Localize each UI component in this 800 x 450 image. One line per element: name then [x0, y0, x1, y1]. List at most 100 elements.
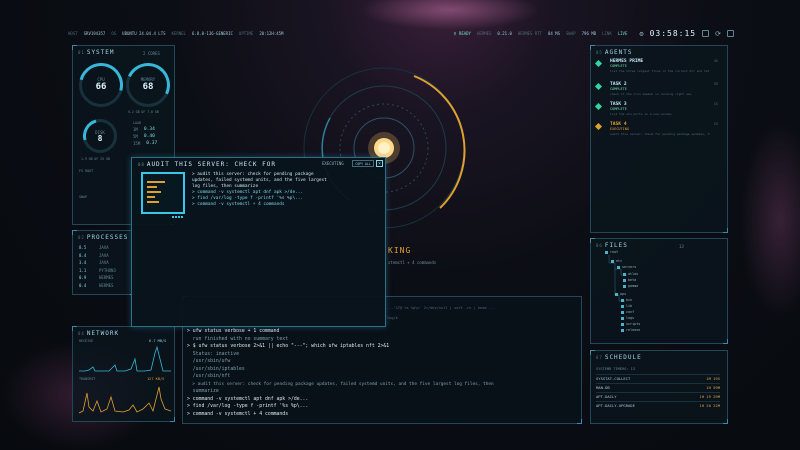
- file-node[interactable]: atlas: [623, 272, 638, 276]
- agent-output-window[interactable]: 08 AUDIT THIS SERVER: CHECK FOR EXECUTING…: [131, 157, 386, 327]
- host-value: SRV194357: [83, 31, 106, 36]
- files-panel: 06 FILES 13 root etc servers atlas beta g…: [590, 238, 728, 344]
- process-row[interactable]: 8.4 JAVA: [79, 252, 116, 260]
- file-node[interactable]: root: [605, 250, 618, 254]
- swap-label: SWAP: [79, 195, 88, 199]
- terminal-output: > ufw status verbose + 1 command run fin…: [187, 328, 494, 418]
- rtt-label: HERMES RTT: [517, 31, 542, 36]
- disk-detail: 1.9 GB OF 25 GB: [81, 157, 110, 161]
- host-label: HOST: [68, 31, 78, 36]
- cores-count: 2 CORES: [143, 51, 160, 56]
- schedule-title: 07 SCHEDULE: [596, 354, 642, 361]
- load-block: LOAD 1M 0.34 5M 0.40 15M 0.37: [133, 121, 171, 146]
- hud-subtitle: stemctl + 4 commands: [388, 260, 437, 265]
- hud-status-text: KING: [388, 246, 412, 255]
- file-node[interactable]: conf: [621, 310, 634, 314]
- file-node[interactable]: beta: [623, 278, 636, 282]
- terminal-line: > command -v systemctl apt dnf apk >/de.…: [187, 396, 309, 402]
- close-button[interactable]: ×: [376, 160, 383, 167]
- terminal-line: > command -v systemctl + 4 commands: [187, 411, 289, 417]
- receive-label: RECEIVE: [79, 339, 94, 343]
- processes-panel: 02 PROCESSES 8.5 JAVA 8.4 JAVA 3.4 JAVA 1.1 P…: [72, 230, 135, 295]
- rtt-value: 84 MS: [547, 31, 560, 36]
- ready-icon: ⚲: [453, 31, 457, 36]
- window-output: > audit this server: check for pending p…: [192, 172, 327, 208]
- processes-title: 02 PROCESSES: [78, 234, 129, 241]
- maximize-icon[interactable]: [727, 30, 734, 37]
- terminal-line: > ufw status verbose + 1 command: [187, 329, 280, 334]
- system-title: 01 SYSTEM: [78, 49, 115, 56]
- file-node[interactable]: release: [621, 328, 640, 332]
- refresh-icon[interactable]: ⟳: [715, 30, 721, 38]
- os-value: UBUNTU 24.04.4 LTS: [122, 31, 166, 36]
- load-row: 5M 0.40: [133, 134, 155, 139]
- window-status: EXECUTING: [322, 161, 344, 166]
- receive-chart: [79, 345, 171, 372]
- terminal-line: > find /var/log -type f -printf '%s %p\.…: [187, 404, 309, 409]
- disk-value: 8: [97, 134, 103, 143]
- window-icon[interactable]: [702, 30, 710, 37]
- link-label: LINK: [602, 31, 612, 36]
- terminal-line: /usr/sbin/nft: [187, 374, 231, 379]
- agents-title: 05 AGENTS: [596, 49, 633, 56]
- process-row[interactable]: 0.9 HERMES: [79, 274, 116, 282]
- swap-label: SWAP: [566, 31, 576, 36]
- thumbnail-bars: [147, 181, 165, 203]
- terminal-line: ...'%T@ %s %p\n' 2>/dev/null | sort -rn …: [387, 306, 496, 310]
- os-label: OS: [111, 31, 117, 36]
- file-node[interactable]: bin: [621, 298, 632, 302]
- settings-gear-icon[interactable]: ⚙: [639, 30, 643, 38]
- file-node[interactable]: scripts: [621, 322, 640, 326]
- file-node[interactable]: logs: [621, 316, 634, 320]
- kernel-label: KERNEL: [171, 31, 186, 36]
- file-node[interactable]: servers: [617, 265, 636, 269]
- memory-detail: 5.2 GB OF 7.8 GB: [128, 110, 159, 114]
- terminal-line: > audit this server: check for pending p…: [187, 381, 494, 387]
- process-row[interactable]: 0.4 HERMES: [79, 282, 116, 290]
- terminal-line: /usr/sbin/ufw: [187, 359, 231, 364]
- hermes-label: HERMES: [476, 31, 492, 36]
- schedule-row[interactable]: APT-DAILY-UPGRADE 1H 20 22M: [596, 401, 720, 409]
- ready-label: READY: [458, 31, 471, 36]
- uptime-label: UPTIME: [238, 31, 254, 36]
- schedule-row[interactable]: SYSSTAT-COLLECT 1M 19S: [596, 374, 720, 382]
- terminal-line: run finished with no summary text: [187, 336, 289, 342]
- file-node[interactable]: lib: [621, 304, 632, 308]
- process-row[interactable]: 3.4 JAVA: [79, 259, 116, 267]
- file-node[interactable]: gamma: [623, 284, 638, 288]
- top-status-bar: HOST SRV194357 OS UBUNTU 24.04.4 LTS KER…: [68, 27, 734, 40]
- agent-status-icon: [594, 59, 603, 68]
- transmit-label: TRANSMIT: [79, 377, 96, 381]
- terminal-line: log/k: [387, 316, 398, 320]
- disk-gauge: DISK 8: [76, 112, 124, 160]
- process-row[interactable]: 1.1 PYTHON3: [79, 267, 116, 275]
- memory-value: 68: [142, 82, 154, 92]
- window-title: 08 AUDIT THIS SERVER: CHECK FOR: [138, 161, 276, 168]
- terminal-line: summarize: [187, 389, 219, 394]
- memory-gauge: MEMORY 68: [119, 56, 177, 114]
- timers-header: SYSTEMD TIMERS: 13: [596, 367, 635, 371]
- swap-value: 796 MB: [581, 31, 597, 36]
- output-line: > command -v systemctl + 4 commands: [192, 202, 285, 207]
- nebula-glow-right: [740, 120, 800, 320]
- terminal-line: > $ ufw status verbose 2>&1 || echo "---…: [187, 344, 390, 349]
- agent-status-icon: [594, 82, 603, 91]
- schedule-row[interactable]: APT-DAILY 1H 19 29M: [596, 392, 720, 400]
- copy-all-button[interactable]: COPY ALL: [352, 160, 374, 167]
- agent-status-icon: [594, 122, 603, 131]
- file-node[interactable]: etc: [611, 259, 622, 263]
- terminal-line: /usr/sbin/iptables: [187, 366, 245, 372]
- cpu-value: 66: [95, 82, 107, 92]
- agent-status-icon: [594, 102, 603, 111]
- schedule-row[interactable]: MAN-DB 1H 59M: [596, 383, 720, 391]
- process-list: 8.5 JAVA 8.4 JAVA 3.4 JAVA 1.1 PYTHON3 0.9 HE…: [79, 244, 116, 289]
- files-tree: root etc servers atlas beta gamma ops bi…: [591, 239, 729, 345]
- schedule-panel: 07 SCHEDULE SYSTEMD TIMERS: 13 SYSSTAT-CO…: [590, 350, 728, 424]
- transmit-value: 127 KB/S: [147, 377, 165, 381]
- terminal-line: Status: inactive: [187, 351, 239, 357]
- file-node[interactable]: ops: [615, 292, 626, 296]
- process-row[interactable]: 8.5 JAVA: [79, 244, 116, 252]
- cpu-gauge: CPU 66: [70, 54, 132, 116]
- clock: 03:58:15: [649, 29, 697, 38]
- load-row: 1M 0.34: [133, 127, 155, 132]
